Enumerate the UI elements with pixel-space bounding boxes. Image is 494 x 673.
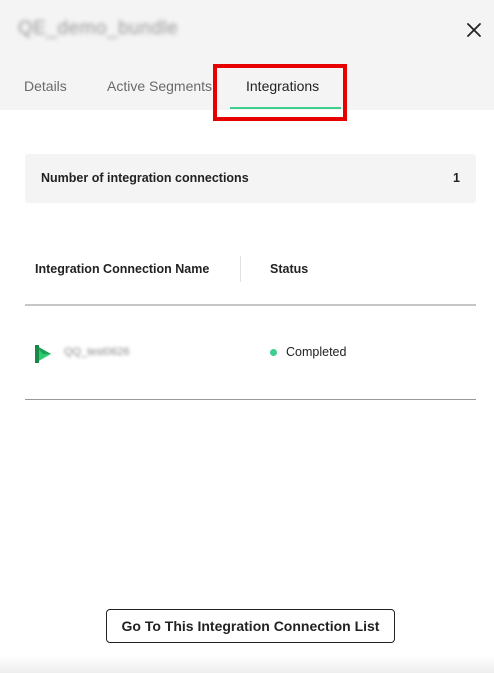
play-icon (35, 345, 51, 363)
close-button[interactable] (462, 18, 486, 42)
tab-active-segments[interactable]: Active Segments (107, 78, 212, 94)
connections-summary: Number of integration connections 1 (25, 154, 476, 203)
go-to-connection-list-button[interactable]: Go To This Integration Connection List (106, 609, 395, 643)
dialog-title: QE_demo_bundle (18, 18, 179, 39)
tab-details[interactable]: Details (24, 78, 67, 94)
table-row-rule (25, 399, 476, 400)
status-indicator-dot (270, 349, 277, 356)
connection-name[interactable]: QQ_test0626 (64, 346, 129, 358)
column-divider (240, 256, 241, 282)
summary-count: 1 (453, 171, 460, 185)
integration-panel: QE_demo_bundle Details Active Segments I… (0, 0, 494, 673)
column-header-name: Integration Connection Name (35, 262, 210, 276)
summary-label: Number of integration connections (41, 171, 249, 185)
status-label: Completed (286, 345, 347, 359)
bottom-shadow (0, 655, 494, 673)
highlight-annotation-box (213, 64, 347, 121)
close-icon (467, 23, 481, 37)
column-header-status: Status (270, 262, 309, 276)
